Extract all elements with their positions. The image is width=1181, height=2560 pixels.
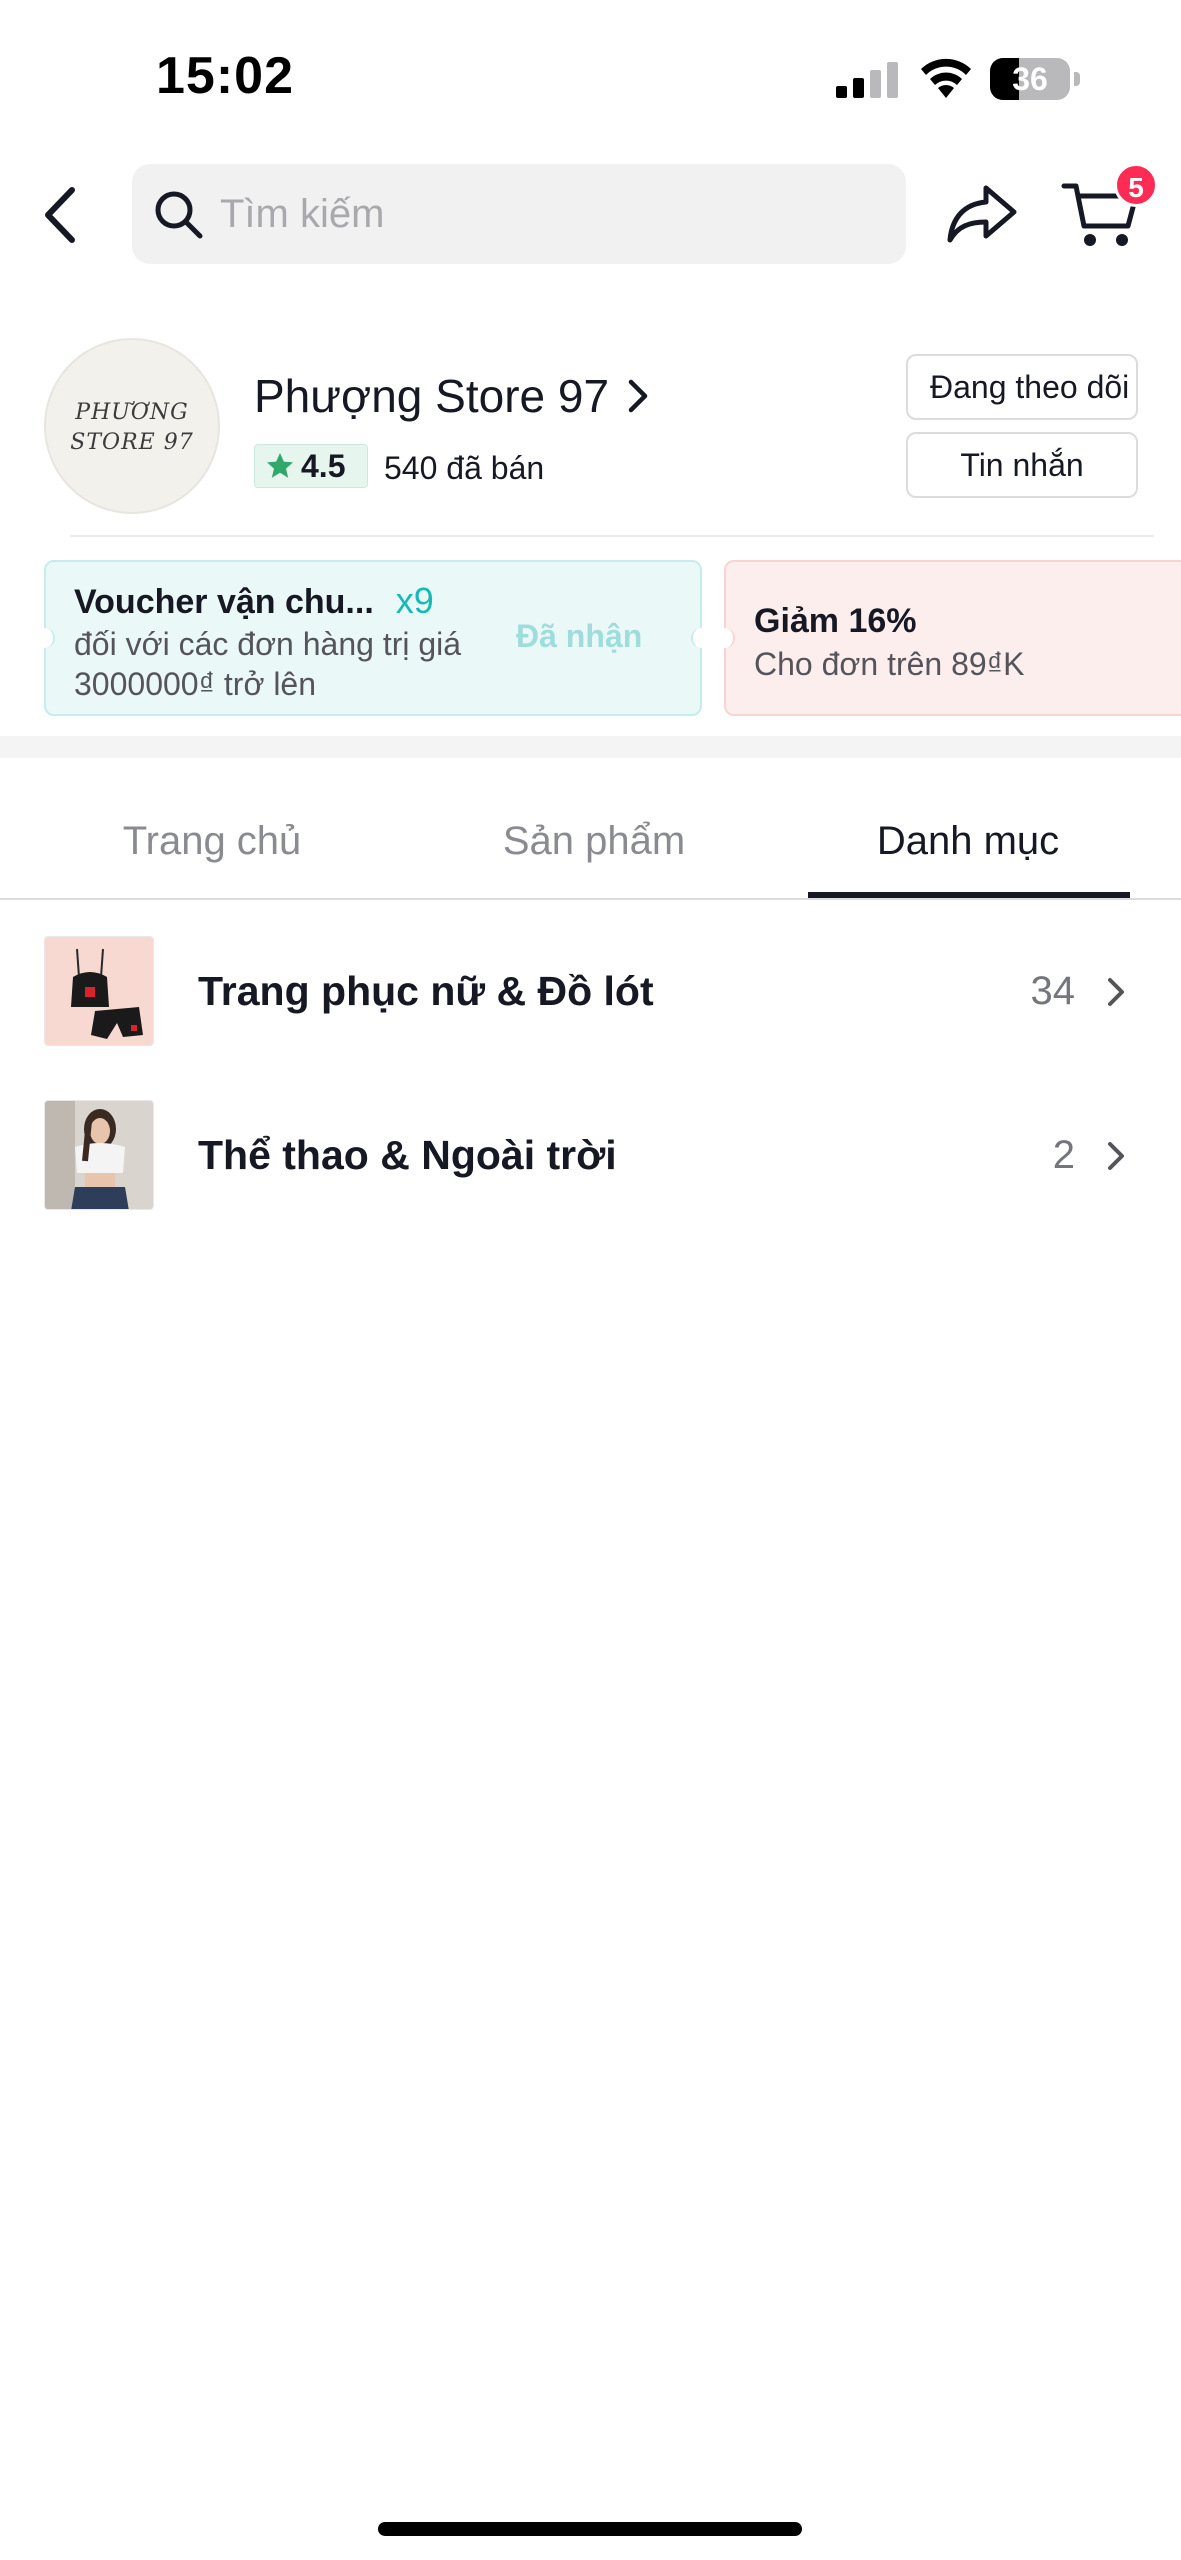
voucher-count: x9 (395, 580, 434, 621)
message-button[interactable]: Tin nhắn (906, 432, 1138, 498)
divider (0, 898, 1181, 900)
search-icon (155, 191, 203, 239)
voucher-card-discount[interactable]: Giảm 16% Cho đơn trên 89₫K (715, 560, 1181, 716)
tab-categories[interactable]: Danh mục (808, 758, 1128, 898)
voucher-description: đối với các đơn hàng trị giá 3000000₫ tr… (74, 626, 462, 702)
wifi-icon (921, 58, 971, 98)
tab-products[interactable]: Sản phẩm (404, 758, 784, 898)
voucher-title: Voucher vận chu... (74, 583, 374, 621)
cellular-signal-icon (836, 62, 898, 98)
sold-count: 540 đã bán (384, 450, 545, 486)
category-count: 34 (1030, 969, 1076, 1013)
status-time: 15:02 (156, 47, 294, 105)
store-logo: PHƯƠNG STORE 97 (70, 400, 194, 455)
following-button[interactable]: Đang theo dõi (906, 354, 1138, 420)
divider (70, 535, 1154, 537)
battery-level: 36 (1012, 61, 1048, 97)
rating-badge: 4.5 (254, 444, 368, 488)
chevron-right-icon (628, 379, 648, 413)
voucher-carousel[interactable]: Voucher vận chu... x9 đối với các đơn hà… (0, 558, 1181, 718)
category-thumbnail (44, 936, 154, 1046)
category-name: Trang phục nữ & Đồ lót (198, 968, 654, 1014)
back-icon[interactable] (36, 180, 86, 250)
chevron-right-icon (1108, 978, 1124, 1006)
star-icon (267, 453, 293, 478)
home-indicator[interactable] (378, 2522, 802, 2536)
voucher-description: Cho đơn trên 89₫K (754, 646, 1025, 682)
store-avatar[interactable]: PHƯƠNG STORE 97 (44, 338, 220, 514)
voucher-card-shipping[interactable]: Voucher vận chu... x9 đối với các đơn hà… (35, 560, 711, 716)
store-name: Phượng Store 97 (254, 370, 610, 422)
category-row-womens-apparel[interactable]: Trang phục nữ & Đồ lót 34 (0, 918, 1181, 1082)
category-thumbnail (44, 1100, 154, 1210)
rating-value: 4.5 (301, 447, 346, 484)
category-name: Thể thao & Ngoài trời (198, 1132, 617, 1178)
store-name-link[interactable]: Phượng Store 97 (254, 364, 653, 428)
tab-home[interactable]: Trang chủ (20, 758, 404, 898)
chevron-right-icon (1108, 1142, 1124, 1170)
share-icon[interactable] (944, 176, 1020, 252)
search-input[interactable]: Tìm kiếm (132, 164, 906, 264)
voucher-claimed-status: Đã nhận (516, 618, 643, 654)
category-row-sports-outdoor[interactable]: Thể thao & Ngoài trời 2 (0, 1082, 1181, 1246)
section-separator (0, 736, 1181, 758)
battery-icon: 36 (990, 58, 1080, 100)
voucher-title: Giảm 16% (754, 602, 917, 640)
category-count: 2 (1052, 1133, 1075, 1177)
cart-badge: 5 (1114, 163, 1158, 207)
search-placeholder: Tìm kiếm (220, 192, 385, 236)
status-bar: 15:02 36 (0, 0, 1181, 150)
store-tabs: Trang chủ Sản phẩm Danh mục (0, 758, 1181, 900)
